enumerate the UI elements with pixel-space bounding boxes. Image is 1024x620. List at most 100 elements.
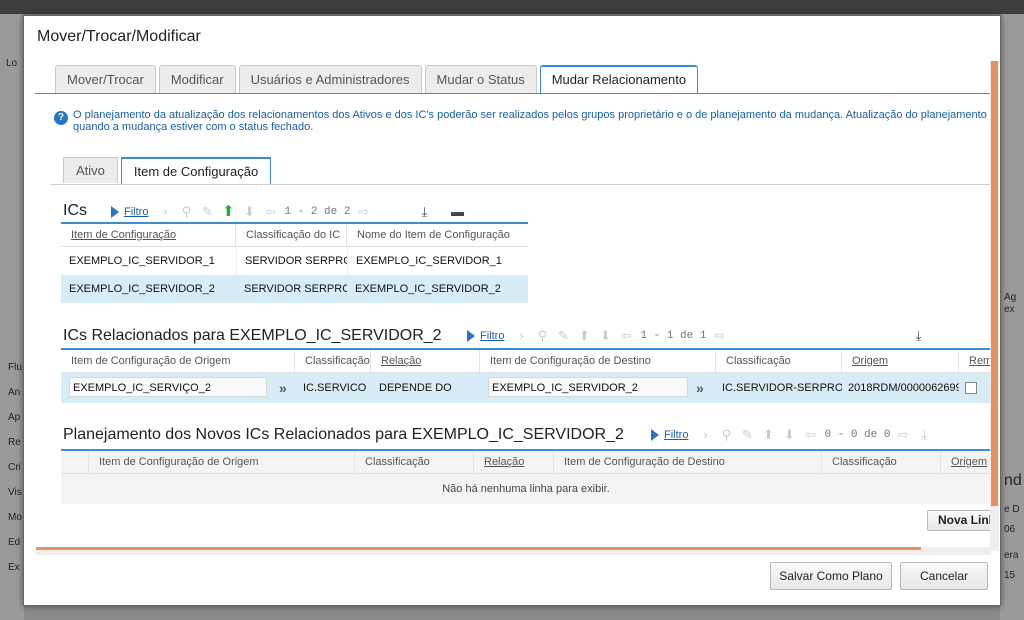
col-relacao[interactable]: Relação: [474, 450, 554, 474]
chevron-right-icon[interactable]: ›: [158, 205, 172, 219]
filter-play-icon[interactable]: [651, 429, 659, 441]
cell-wrapper: EXEMPLO_IC_SERVIÇO_2: [61, 374, 275, 402]
table-header: Item de Configuração Classificação do IC…: [61, 223, 528, 247]
tab-mudar-relacionamento[interactable]: Mudar Relacionamento: [539, 65, 699, 94]
filter-play-icon[interactable]: [467, 330, 475, 342]
table-row-selected[interactable]: EXEMPLO_IC_SERVIÇO_2 » IC.SERVICO DEPEND…: [61, 373, 990, 403]
chevron-right-icon[interactable]: ›: [698, 428, 712, 442]
tab-content: ? O planejamento da atualização dos rela…: [35, 94, 990, 549]
remove-checkbox[interactable]: [965, 382, 977, 395]
page-prev-icon[interactable]: ⇦: [803, 428, 817, 442]
arrow-down-icon[interactable]: ⬇: [782, 428, 796, 442]
background-top-bar: [0, 0, 1024, 14]
bg-text: Ex: [8, 562, 20, 573]
col-origem[interactable]: Origem: [941, 451, 990, 474]
cell: EXEMPLO_IC_SERVIDOR_2: [69, 283, 215, 295]
page-prev-icon[interactable]: ⇦: [619, 329, 633, 343]
cell: DEPENDE DO: [379, 382, 452, 394]
planned-table: Item de Configuração de Origem Classific…: [61, 449, 990, 504]
bg-text: An: [8, 387, 21, 398]
filter-play-icon[interactable]: [111, 206, 119, 218]
page-next-icon[interactable]: ⇨: [356, 205, 370, 219]
tab-usuarios-administradores[interactable]: Usuários e Administradores: [238, 65, 422, 93]
download-icon[interactable]: ⤓: [917, 428, 931, 442]
destination-ic-field[interactable]: EXEMPLO_IC_SERVIDOR_2: [488, 377, 688, 397]
ics-pager: 1 - 2 de 2: [284, 206, 351, 218]
info-line-2: quando a mudança estiver com o status fe…: [73, 121, 314, 133]
bg-text: Ap: [8, 412, 21, 423]
table-row-selected[interactable]: EXEMPLO_IC_SERVIDOR_2 SERVIDOR SERPRO EX…: [61, 275, 528, 303]
tab-mudar-status[interactable]: Mudar o Status: [424, 65, 537, 93]
tab-modificar[interactable]: Modificar: [158, 65, 236, 93]
help-icon: ?: [54, 111, 68, 125]
table-header: Item de Configuração de Origem Classific…: [61, 349, 990, 373]
chevron-right-icon[interactable]: ›: [514, 329, 528, 343]
arrow-down-icon[interactable]: ⬇: [242, 205, 256, 219]
col-classificacao-destino[interactable]: Classificação: [822, 450, 941, 474]
filter-link[interactable]: Filtro: [480, 330, 504, 342]
page-next-icon[interactable]: ⇨: [712, 329, 726, 343]
col-blank: [61, 450, 89, 474]
vertical-scrollbar[interactable]: [990, 61, 999, 551]
page-prev-icon[interactable]: ⇦: [263, 205, 277, 219]
edit-icon[interactable]: ✎: [740, 428, 754, 442]
save-plan-button[interactable]: Salvar Como Plano: [770, 562, 892, 590]
col-classificacao-destino[interactable]: Classificação: [716, 349, 842, 373]
arrow-down-icon[interactable]: ⬇: [598, 329, 612, 343]
bg-text: Re: [8, 437, 21, 448]
download-icon[interactable]: ⤓: [911, 329, 925, 343]
bg-text: e D: [1004, 504, 1020, 515]
new-line-button[interactable]: Nova Linh: [927, 510, 990, 531]
col-origem[interactable]: Origem: [842, 349, 959, 373]
filter-link[interactable]: Filtro: [664, 429, 688, 441]
arrow-up-icon[interactable]: ⬆: [761, 428, 775, 442]
edit-icon[interactable]: ✎: [200, 205, 214, 219]
col-remover[interactable]: Rem: [959, 350, 990, 373]
search-icon[interactable]: ⚲: [535, 329, 549, 343]
col-classificacao-ic[interactable]: Classificação do IC: [236, 223, 347, 247]
col-origem-item[interactable]: Item de Configuração de Origem: [61, 349, 295, 373]
col-destino-item[interactable]: Item de Configuração de Destino: [480, 349, 716, 373]
horizontal-scrollbar[interactable]: [36, 547, 991, 555]
col-classificacao[interactable]: Classificação: [295, 349, 371, 373]
search-icon[interactable]: ⚲: [179, 205, 193, 219]
cancel-button[interactable]: Cancelar: [900, 562, 988, 590]
related-pager: 1 - 1 de 1: [640, 330, 707, 342]
download-icon[interactable]: ⤓: [417, 205, 431, 219]
bg-text: Cri: [8, 462, 21, 473]
bg-text: Flu: [8, 362, 22, 373]
tab-mover-trocar[interactable]: Mover/Trocar: [55, 65, 156, 93]
table-row[interactable]: EXEMPLO_IC_SERVIDOR_1 SERVIDOR SERPRO EX…: [61, 247, 528, 275]
cell: EXEMPLO_IC_SERVIDOR_1: [69, 255, 215, 267]
col-nome-item[interactable]: Nome do Item de Configuração: [347, 224, 528, 247]
cell: IC.SERVICO: [303, 382, 367, 394]
subtab-item-configuracao[interactable]: Item de Configuração: [120, 157, 272, 184]
scroll-thumb[interactable]: [36, 547, 921, 550]
search-icon[interactable]: ⚲: [719, 428, 733, 442]
arrow-up-icon[interactable]: ⬆: [221, 204, 235, 219]
origin-ic-field[interactable]: EXEMPLO_IC_SERVIÇO_2: [69, 377, 267, 397]
col-relacao[interactable]: Relação: [371, 349, 480, 373]
bg-text: nd: [1004, 472, 1022, 489]
filter-link[interactable]: Filtro: [124, 206, 148, 218]
subtab-ativo[interactable]: Ativo: [63, 157, 118, 183]
dialog-title: Mover/Trocar/Modificar: [37, 28, 201, 45]
arrow-up-icon[interactable]: ⬆: [577, 329, 591, 343]
col-destino-item[interactable]: Item de Configuração de Destino: [554, 450, 822, 474]
expand-arrows-icon[interactable]: »: [696, 374, 716, 402]
related-table: Item de Configuração de Origem Classific…: [61, 348, 990, 403]
modal-dialog: Mover/Trocar/Modificar Mover/Trocar Modi…: [23, 15, 1001, 606]
info-line-1: O planejamento da atualização dos relaci…: [73, 109, 990, 121]
minimize-icon[interactable]: ▬: [450, 205, 464, 219]
page-next-icon[interactable]: ⇨: [896, 428, 910, 442]
col-origem-item[interactable]: Item de Configuração de Origem: [89, 450, 355, 474]
bg-text: Mo: [8, 512, 22, 523]
edit-icon[interactable]: ✎: [556, 329, 570, 343]
col-item-configuracao[interactable]: Item de Configuração: [61, 223, 236, 247]
bg-text: Ed: [8, 537, 21, 548]
col-classificacao[interactable]: Classificação: [355, 450, 474, 474]
bg-text: 06: [1004, 524, 1016, 535]
scroll-thumb[interactable]: [991, 61, 998, 506]
expand-arrows-icon[interactable]: »: [275, 374, 295, 402]
sub-tabs: Ativo Item de Configuração: [63, 157, 274, 184]
